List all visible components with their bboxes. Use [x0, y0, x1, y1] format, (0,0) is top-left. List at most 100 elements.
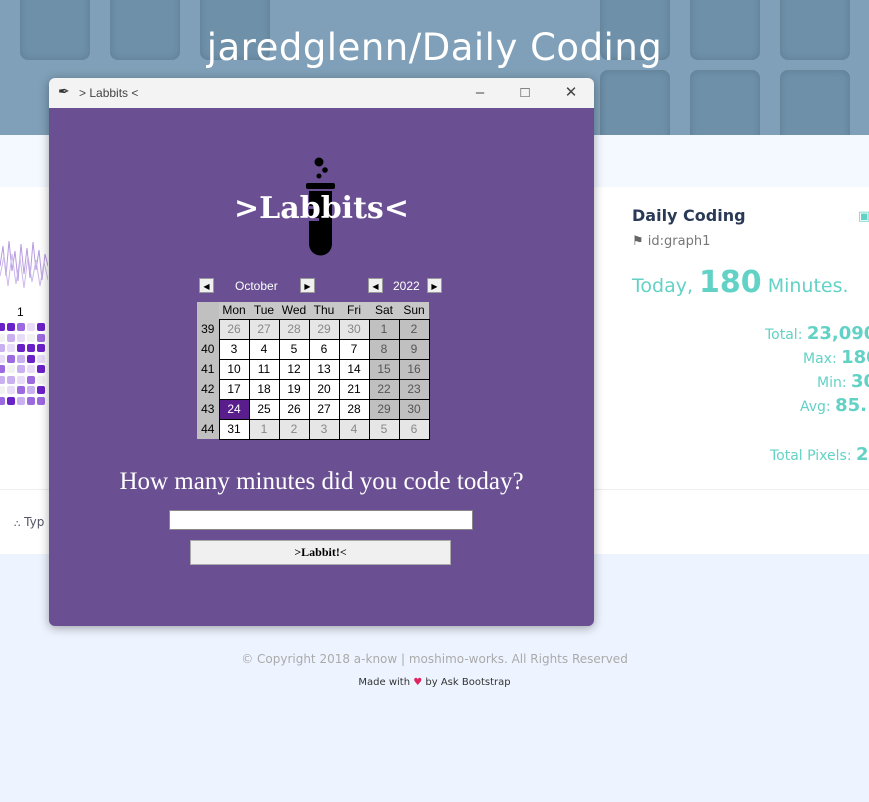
stat-avg-value: 85. — [835, 395, 867, 416]
calendar-day[interactable]: 6 — [398, 418, 430, 440]
heatmap-cell — [17, 333, 25, 342]
graph-summary: Daily Coding ▣ ⚑ id:graph1 Today, 180 Mi… — [632, 206, 869, 300]
calendar-day[interactable]: 17 — [218, 378, 250, 400]
calendar-day[interactable]: 1 — [368, 318, 400, 340]
calendar-day[interactable]: 28 — [278, 318, 310, 340]
prev-year-button[interactable]: ◀ — [368, 278, 383, 293]
heatmap-cell — [0, 354, 5, 363]
close-button[interactable]: ✕ — [556, 82, 586, 104]
next-month-button[interactable]: ▶ — [300, 278, 315, 293]
calendar-day[interactable]: 13 — [308, 358, 340, 380]
calendar-day[interactable]: 28 — [338, 398, 370, 420]
stat-total: Total: 23,090 — [765, 323, 869, 344]
year-label: 2022 — [393, 279, 420, 293]
calendar-day[interactable]: 9 — [398, 338, 430, 360]
calendar-day[interactable]: 4 — [338, 418, 370, 440]
calendar-day[interactable]: 30 — [398, 398, 430, 420]
calendar-day[interactable]: 15 — [368, 358, 400, 380]
selected-day[interactable]: 24 — [218, 398, 250, 420]
calendar-day[interactable]: 21 — [338, 378, 370, 400]
stat-total-label: Total: — [765, 327, 803, 343]
heatmap-cell — [7, 375, 15, 384]
calendar-day[interactable]: 5 — [368, 418, 400, 440]
weekday-header: Thu — [309, 302, 339, 319]
calendar-day[interactable]: 3 — [308, 418, 340, 440]
heatmap-cell — [17, 344, 25, 352]
stat-total-pixels-value: 2 — [856, 444, 869, 465]
calendar-day[interactable]: 26 — [218, 318, 250, 340]
calendar-day[interactable]: 29 — [368, 398, 400, 420]
calendar-day[interactable]: 12 — [278, 358, 310, 380]
calendar-day[interactable]: 16 — [398, 358, 430, 380]
heatmap-cell — [37, 333, 45, 342]
calendar-day[interactable]: 20 — [308, 378, 340, 400]
calendar-day[interactable]: 2 — [398, 318, 430, 340]
calendar-day[interactable]: 25 — [248, 398, 280, 420]
calendar-day[interactable]: 1 — [248, 418, 280, 440]
calendar-day[interactable]: 7 — [338, 338, 370, 360]
minutes-input[interactable] — [169, 510, 473, 530]
stat-avg-label: Avg: — [800, 399, 831, 415]
calendar-day[interactable]: 19 — [278, 378, 310, 400]
heatmap-cell — [0, 375, 5, 384]
weekday-header: Mon — [219, 302, 249, 319]
calendar-day[interactable]: 3 — [218, 338, 250, 360]
month-label: October — [235, 279, 278, 293]
calendar-day[interactable]: 18 — [248, 378, 280, 400]
heatmap-cell — [7, 396, 15, 405]
calendar-day[interactable]: 31 — [218, 418, 250, 440]
calendar-day[interactable]: 22 — [368, 378, 400, 400]
calendar-grid: Mon Tue Wed Thu Fri Sat Sun 39 26 27 28 29 30 1 2 40 3 4 5… — [197, 302, 430, 440]
submit-button[interactable]: >Labbit!< — [190, 540, 451, 565]
calendar-day[interactable]: 2 — [278, 418, 310, 440]
week-number: 43 — [197, 399, 219, 419]
today-prefix: Today — [632, 275, 687, 297]
card-title: Daily Coding — [632, 206, 746, 225]
image-icon[interactable]: ▣ — [858, 209, 869, 224]
calendar-corner — [197, 302, 219, 319]
stat-total-pixels: Total Pixels: 2 — [770, 444, 869, 465]
heatmap-cell — [27, 323, 35, 331]
stat-total-pixels-label: Total Pixels: — [770, 448, 852, 464]
weekday-header: Wed — [279, 302, 309, 319]
calendar-day[interactable]: 23 — [398, 378, 430, 400]
stat-min: Min: 30 — [817, 371, 869, 392]
heatmap-cell — [17, 323, 25, 331]
footer-by[interactable]: by Ask Bootstrap — [425, 677, 510, 688]
calendar-day[interactable]: 30 — [338, 318, 370, 340]
calendar-day[interactable]: 6 — [308, 338, 340, 360]
heatmap-cell — [0, 333, 5, 342]
labbits-window: ✒ > Labbits < – □ ✕ >Labbits< ◀ October … — [49, 78, 594, 626]
heatmap-cell — [27, 375, 35, 384]
type-icon: ⛬ — [14, 519, 21, 529]
calendar-day[interactable]: 8 — [368, 338, 400, 360]
minimize-button[interactable]: – — [465, 82, 495, 104]
heatmap-cell — [37, 365, 45, 373]
heatmap-cell — [37, 375, 45, 384]
heatmap-label: 1 — [17, 305, 24, 319]
calendar-day[interactable]: 11 — [248, 358, 280, 380]
calendar-day[interactable]: 27 — [248, 318, 280, 340]
calendar-day[interactable]: 14 — [338, 358, 370, 380]
week-number: 39 — [197, 319, 219, 339]
week-number: 41 — [197, 359, 219, 379]
window-titlebar[interactable]: ✒ > Labbits < – □ ✕ — [49, 78, 594, 108]
maximize-button[interactable]: □ — [510, 82, 540, 104]
weekday-header: Fri — [339, 302, 369, 319]
next-year-button[interactable]: ▶ — [427, 278, 442, 293]
prev-month-button[interactable]: ◀ — [199, 278, 214, 293]
heatmap-cell — [0, 365, 5, 373]
heatmap-cell — [27, 344, 35, 352]
calendar-day[interactable]: 4 — [248, 338, 280, 360]
calendar-day[interactable]: 26 — [278, 398, 310, 420]
calendar-day[interactable]: 29 — [308, 318, 340, 340]
calendar-day[interactable]: 10 — [218, 358, 250, 380]
tag-icon: ⚑ — [632, 234, 644, 249]
heart-icon: ♥ — [413, 677, 423, 688]
heatmap-cell — [7, 365, 15, 373]
week-number: 44 — [197, 419, 219, 439]
weekday-header: Sat — [369, 302, 399, 319]
calendar-day[interactable]: 5 — [278, 338, 310, 360]
calendar-day[interactable]: 27 — [308, 398, 340, 420]
week-number: 42 — [197, 379, 219, 399]
